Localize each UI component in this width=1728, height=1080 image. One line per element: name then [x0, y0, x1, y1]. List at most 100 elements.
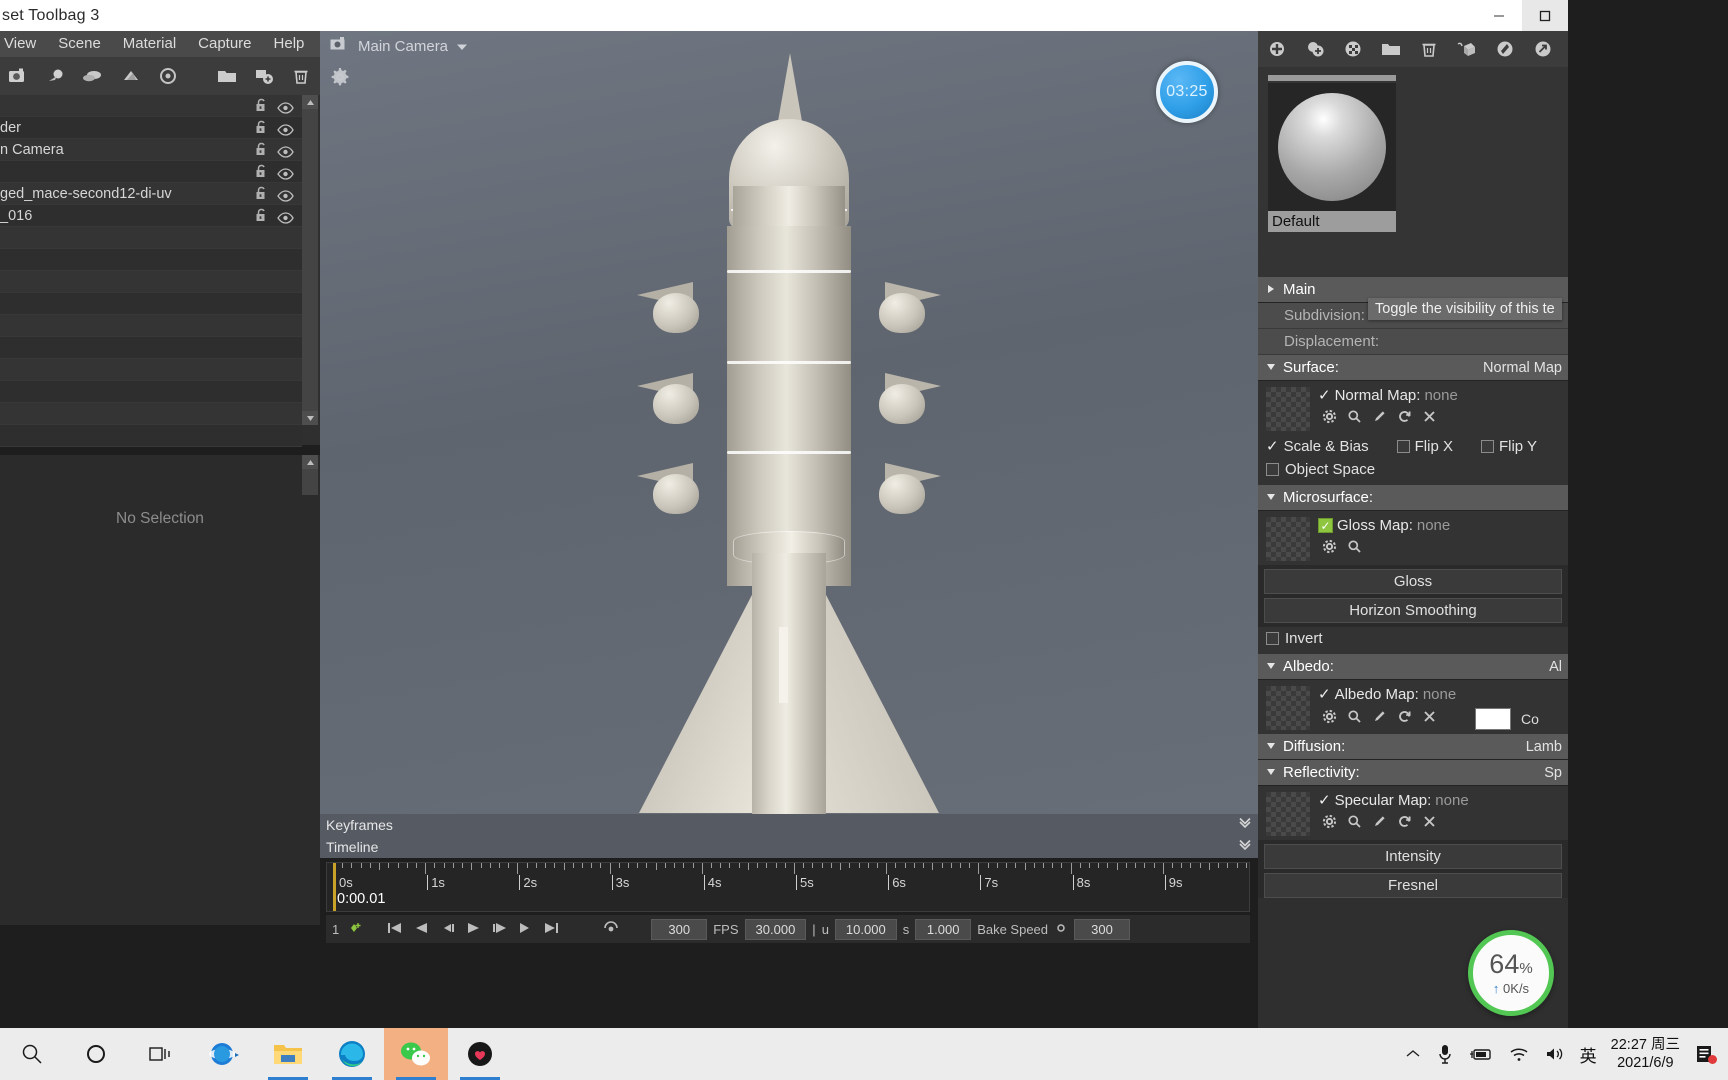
section-reflectivity-value[interactable]: Sp [1544, 765, 1568, 781]
menu-capture[interactable]: Capture [187, 31, 262, 57]
outliner-empty-row[interactable] [0, 227, 302, 249]
refresh-icon[interactable] [1397, 409, 1412, 429]
play-icon[interactable] [463, 920, 483, 939]
notification-icon[interactable] [1694, 1043, 1718, 1065]
section-reflectivity[interactable]: Reflectivity: Sp [1258, 760, 1568, 786]
loop-icon[interactable] [601, 920, 623, 939]
timeline-bar[interactable]: Timeline [320, 836, 1258, 858]
check-icon[interactable]: ✓ [1318, 687, 1331, 702]
section-microsurface[interactable]: Microsurface: [1258, 485, 1568, 511]
ime-indicator[interactable]: 英 [1580, 1042, 1597, 1067]
light-icon[interactable] [37, 57, 74, 95]
camera-icon[interactable] [0, 57, 37, 95]
mesh-icon[interactable] [112, 57, 149, 95]
material-thumbnail[interactable] [1268, 83, 1396, 211]
assign-icon[interactable] [1448, 31, 1486, 67]
material-name-label[interactable]: Default [1268, 211, 1396, 232]
trash-icon[interactable] [283, 57, 320, 95]
menu-scene[interactable]: Scene [47, 31, 112, 57]
timeline-ruler[interactable]: 0s 1s 2s 3s 4s 5s 6s 7s 8s 9s 0:00.01 [326, 862, 1250, 912]
object-space-row[interactable]: Object Space [1258, 458, 1568, 485]
specular-map-value[interactable]: none [1435, 792, 1468, 809]
step-forward-icon[interactable] [489, 920, 509, 939]
internet-explorer-icon[interactable] [192, 1028, 256, 1080]
search-icon[interactable] [1347, 814, 1362, 834]
outliner-row[interactable] [0, 95, 302, 117]
albedo-color-swatch[interactable] [1475, 708, 1511, 730]
outliner-row[interactable]: der [0, 117, 302, 139]
menu-help[interactable]: Help [263, 31, 316, 57]
skip-start-icon[interactable] [385, 920, 405, 939]
render-icon[interactable] [149, 57, 186, 95]
outliner-row[interactable]: _016 [0, 205, 302, 227]
scroll-up-arrow[interactable] [302, 95, 318, 109]
app-icon[interactable] [448, 1028, 512, 1080]
timeline-collapse-icon[interactable] [1238, 838, 1252, 860]
check-icon[interactable]: ✓ [1318, 388, 1331, 403]
keyframes-collapse-icon[interactable] [1238, 816, 1252, 838]
refresh-icon[interactable] [1397, 709, 1412, 729]
search-icon[interactable] [1347, 539, 1362, 559]
bake-speed-gear-icon[interactable] [1054, 921, 1068, 938]
fps-input[interactable]: 30.000 [744, 918, 807, 940]
lock-icon[interactable] [255, 208, 268, 230]
keyframes-bar[interactable]: Keyframes [320, 814, 1258, 836]
sky-icon[interactable] [75, 57, 112, 95]
search-icon[interactable] [1347, 409, 1362, 429]
scroll-down-arrow[interactable] [302, 411, 318, 425]
step-back-icon[interactable] [411, 920, 431, 939]
refresh-icon[interactable] [1397, 814, 1412, 834]
play-back-icon[interactable] [437, 920, 457, 939]
check-icon[interactable]: ✓ [1318, 793, 1331, 808]
battery-icon[interactable] [1468, 1045, 1494, 1063]
skip-end-icon[interactable] [541, 920, 561, 939]
flip-x-checkbox[interactable]: Flip X [1396, 438, 1453, 455]
cortana-icon[interactable] [64, 1028, 128, 1080]
outliner-empty-row[interactable] [0, 403, 302, 425]
specular-map-thumbnail[interactable] [1266, 792, 1310, 836]
selection-scrollbar[interactable] [302, 455, 318, 495]
network-speed-widget[interactable]: 64% ↑ 0K/s [1468, 930, 1554, 1016]
row-displacement[interactable]: Displacement: [1258, 329, 1568, 355]
fresnel-button[interactable]: Fresnel [1264, 873, 1562, 898]
gloss-map-thumbnail[interactable] [1266, 517, 1310, 561]
scroll-up-arrow-2[interactable] [302, 455, 318, 469]
add-keyframe-icon[interactable] [345, 920, 363, 939]
bake-speed-input[interactable]: 300 [1074, 918, 1131, 940]
scale-bias-checkbox[interactable]: ✓ Scale & Bias [1266, 438, 1369, 455]
add-folder-icon[interactable] [245, 57, 282, 95]
close-icon[interactable] [1422, 709, 1437, 729]
rate-input[interactable]: 1.000 [915, 918, 972, 940]
restore-button[interactable] [1522, 0, 1568, 31]
gear-icon[interactable] [1322, 709, 1337, 729]
outliner-empty-row[interactable] [0, 425, 302, 447]
outliner-empty-row[interactable] [0, 359, 302, 381]
next-key-icon[interactable] [515, 920, 535, 939]
edge-icon[interactable] [320, 1028, 384, 1080]
gloss-map-value[interactable]: none [1417, 517, 1450, 534]
length-input[interactable]: 300 [651, 918, 708, 940]
globe-icon[interactable] [1486, 31, 1524, 67]
taskbar-clock[interactable]: 22:27 周三 2021/6/9 [1611, 1036, 1680, 1072]
camera-label[interactable]: Main Camera [358, 38, 448, 55]
check-icon[interactable]: ✓ [1318, 518, 1333, 533]
folder-icon[interactable] [208, 57, 245, 95]
microphone-icon[interactable] [1436, 1043, 1454, 1065]
folder-icon[interactable] [1372, 31, 1410, 67]
gear-icon[interactable] [1322, 814, 1337, 834]
gear-icon[interactable] [1322, 539, 1337, 559]
wifi-icon[interactable] [1508, 1045, 1530, 1063]
section-diffusion-value[interactable]: Lamb [1526, 739, 1568, 755]
add-material-icon[interactable] [1258, 31, 1296, 67]
outliner-empty-row[interactable] [0, 337, 302, 359]
pencil-icon[interactable] [1372, 709, 1387, 729]
outliner-row[interactable] [0, 161, 302, 183]
albedo-map-thumbnail[interactable] [1266, 686, 1310, 730]
checker-material-icon[interactable] [1334, 31, 1372, 67]
wechat-icon[interactable] [384, 1028, 448, 1080]
duplicate-material-icon[interactable] [1296, 31, 1334, 67]
volume-icon[interactable] [1544, 1045, 1566, 1063]
file-explorer-icon[interactable] [256, 1028, 320, 1080]
normal-map-thumbnail[interactable] [1266, 387, 1310, 431]
gloss-button[interactable]: Gloss [1264, 569, 1562, 594]
